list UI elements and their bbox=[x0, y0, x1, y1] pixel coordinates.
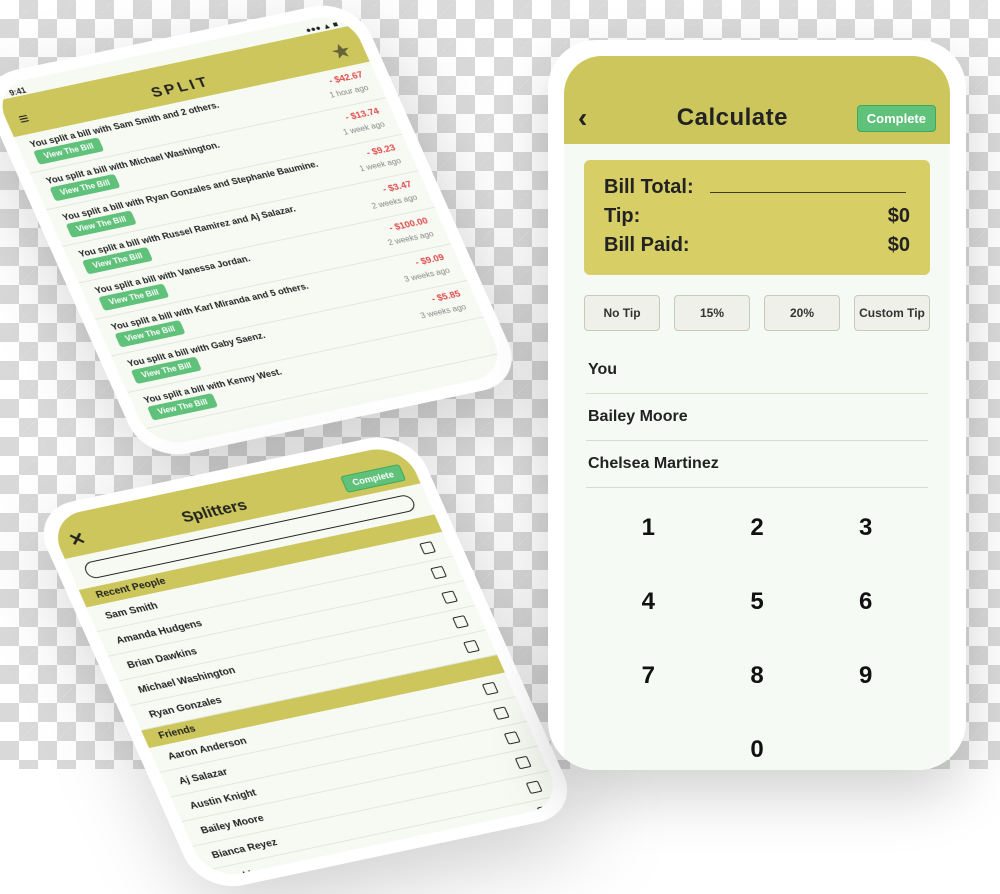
bill-total-label: Bill Total: bbox=[604, 176, 694, 199]
tip-label: Tip: bbox=[604, 205, 640, 228]
bill-paid-row: Bill Paid: $0 bbox=[604, 234, 910, 257]
history-when: 1 hour ago bbox=[328, 83, 370, 99]
checkbox[interactable] bbox=[463, 640, 480, 654]
number-pad: 1 2 3 4 5 6 7 8 9 0 bbox=[564, 498, 950, 770]
splitter-name: Sam Smith bbox=[103, 600, 159, 621]
keypad-3[interactable]: 3 bbox=[811, 508, 920, 548]
history-amount bbox=[474, 325, 478, 334]
tip-15-button[interactable]: 15% bbox=[674, 295, 750, 331]
history-when: 1 week ago bbox=[342, 120, 387, 137]
checkbox[interactable] bbox=[452, 615, 469, 629]
tip-20-button[interactable]: 20% bbox=[764, 295, 840, 331]
bill-paid-value: $0 bbox=[888, 234, 910, 257]
keypad-4[interactable]: 4 bbox=[594, 582, 703, 622]
splitter-name: Dawkins bbox=[221, 867, 266, 881]
phone-calculate-screen: ‹ Calculate Complete Bill Total: Tip: $0… bbox=[564, 56, 950, 770]
person-row[interactable]: Bailey Moore bbox=[586, 394, 928, 441]
close-button[interactable]: ✕ bbox=[66, 529, 90, 551]
keypad-5[interactable]: 5 bbox=[703, 582, 812, 622]
tip-none-button[interactable]: No Tip bbox=[584, 295, 660, 331]
tip-custom-button[interactable]: Custom Tip bbox=[854, 295, 930, 331]
person-row[interactable]: You bbox=[586, 347, 928, 394]
checkbox[interactable] bbox=[441, 590, 458, 604]
keypad-1[interactable]: 1 bbox=[594, 508, 703, 548]
menu-icon[interactable]: ≡ bbox=[16, 111, 33, 129]
checkbox[interactable] bbox=[419, 541, 436, 555]
people-list: You Bailey Moore Chelsea Martinez bbox=[564, 341, 950, 488]
splitter-name: Aj Salazar bbox=[177, 766, 229, 786]
bill-summary-card: Bill Total: Tip: $0 Bill Paid: $0 bbox=[584, 160, 930, 275]
splitters-complete-button[interactable]: Complete bbox=[340, 464, 406, 493]
keypad-6[interactable]: 6 bbox=[811, 582, 920, 622]
app-logo-icon bbox=[327, 40, 355, 63]
keypad-9[interactable]: 9 bbox=[811, 656, 920, 696]
keypad-7[interactable]: 7 bbox=[594, 656, 703, 696]
checkbox[interactable] bbox=[537, 805, 554, 819]
keypad-2[interactable]: 2 bbox=[703, 508, 812, 548]
complete-button[interactable]: Complete bbox=[857, 105, 936, 132]
person-row[interactable]: Chelsea Martinez bbox=[586, 441, 928, 488]
tip-value: $0 bbox=[888, 205, 910, 228]
bill-total-input-line[interactable] bbox=[710, 192, 906, 193]
keypad-8[interactable]: 8 bbox=[703, 656, 812, 696]
back-button[interactable]: ‹ bbox=[578, 104, 608, 132]
checkbox[interactable] bbox=[493, 706, 510, 720]
tip-options: No Tip 15% 20% Custom Tip bbox=[564, 289, 950, 341]
page-title: Calculate bbox=[618, 104, 847, 132]
phone-calculate: ‹ Calculate Complete Bill Total: Tip: $0… bbox=[548, 40, 966, 770]
checkbox[interactable] bbox=[504, 731, 521, 745]
bill-paid-label: Bill Paid: bbox=[604, 234, 690, 257]
checkbox[interactable] bbox=[526, 780, 543, 794]
calculate-header: ‹ Calculate Complete bbox=[564, 56, 950, 144]
checkbox[interactable] bbox=[482, 682, 499, 696]
keypad-0[interactable]: 0 bbox=[703, 730, 812, 770]
tip-row: Tip: $0 bbox=[604, 205, 910, 228]
checkbox[interactable] bbox=[515, 756, 532, 770]
history-when: 1 week ago bbox=[358, 156, 403, 173]
checkbox[interactable] bbox=[430, 566, 447, 580]
bill-total-row: Bill Total: bbox=[604, 176, 910, 199]
